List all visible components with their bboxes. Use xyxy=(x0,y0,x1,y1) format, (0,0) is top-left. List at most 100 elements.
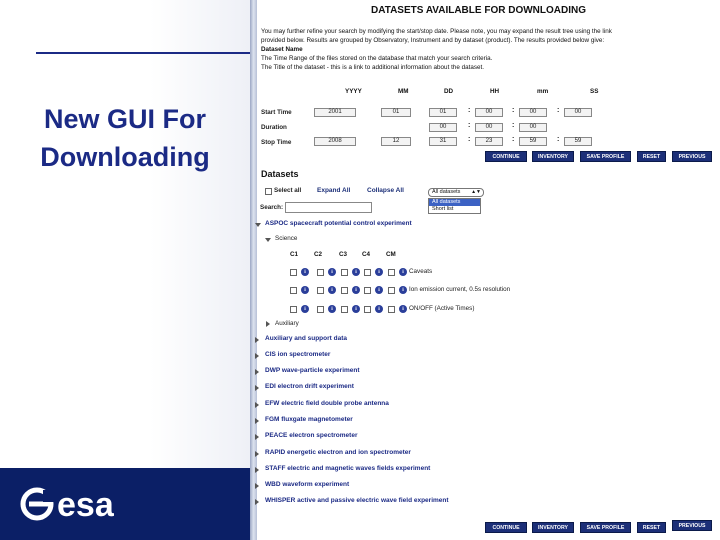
row1-c3-checkbox[interactable] xyxy=(341,269,348,276)
row1-c3-info-icon[interactable]: i xyxy=(352,268,360,276)
aspoc-expand-icon[interactable] xyxy=(255,223,261,227)
save-profile-button-bottom[interactable]: SAVE PROFILE xyxy=(580,522,631,533)
instrument-aspoc[interactable]: ASPOC spacecraft potential control exper… xyxy=(265,220,412,227)
row2-c2-info-icon[interactable]: i xyxy=(328,286,336,294)
stop-second-field[interactable]: 59 xyxy=(564,137,592,146)
col-min: mm xyxy=(537,88,549,95)
search-label: Search: xyxy=(260,204,284,211)
esa-logo-text: esa xyxy=(57,486,115,524)
expand-icon[interactable] xyxy=(255,402,259,408)
row2-c2-checkbox[interactable] xyxy=(317,287,324,294)
row2-cm-checkbox[interactable] xyxy=(388,287,395,294)
row3-c2-checkbox[interactable] xyxy=(317,306,324,313)
reset-button-bottom[interactable]: RESET xyxy=(637,522,666,533)
stop-time-label: Stop Time xyxy=(261,139,292,146)
auxiliary-group[interactable]: Auxiliary xyxy=(275,320,299,327)
science-group[interactable]: Science xyxy=(275,235,297,242)
expand-icon[interactable] xyxy=(255,353,259,359)
instrument-whisper[interactable]: WHISPER active and passive electric wave… xyxy=(265,497,449,504)
start-second-field[interactable]: 00 xyxy=(564,108,592,117)
sc-cm: CM xyxy=(386,251,396,258)
row1-c4-info-icon[interactable]: i xyxy=(375,268,383,276)
row2-c4-info-icon[interactable]: i xyxy=(375,286,383,294)
expand-all-link[interactable]: Expand All xyxy=(317,187,350,194)
sc-c3: C3 xyxy=(339,251,348,258)
instrument-dwp[interactable]: DWP wave-particle experiment xyxy=(265,367,360,374)
row3-cm-checkbox[interactable] xyxy=(388,306,395,313)
row1-cm-checkbox[interactable] xyxy=(388,269,395,276)
expand-icon[interactable] xyxy=(255,369,259,375)
row2-c1-info-icon[interactable]: i xyxy=(301,286,309,294)
inventory-button-bottom[interactable]: INVENTORY xyxy=(532,522,574,533)
stop-minute-field[interactable]: 59 xyxy=(519,137,547,146)
instrument-efw[interactable]: EFW electric field double probe antenna xyxy=(265,400,389,407)
instrument-rapid[interactable]: RAPID energetic electron and ion spectro… xyxy=(265,449,411,456)
filter-option-all[interactable]: All datasets xyxy=(429,199,480,206)
row3-c1-checkbox[interactable] xyxy=(290,306,297,313)
row2-cm-info-icon[interactable]: i xyxy=(399,286,407,294)
duration-minute-field[interactable]: 00 xyxy=(519,123,547,132)
instrument-staff[interactable]: STAFF electric and magnetic waves fields… xyxy=(265,465,430,472)
row3-c4-checkbox[interactable] xyxy=(364,306,371,313)
auxiliary-expand-icon[interactable] xyxy=(266,321,270,327)
row3-c1-info-icon[interactable]: i xyxy=(301,305,309,313)
stop-month-field[interactable]: 12 xyxy=(381,137,411,146)
expand-icon[interactable] xyxy=(255,483,259,489)
instrument-aux[interactable]: Auxiliary and support data xyxy=(265,335,347,342)
collapse-all-link[interactable]: Collapse All xyxy=(367,187,404,194)
start-year-field[interactable]: 2001 xyxy=(314,108,356,117)
science-expand-icon[interactable] xyxy=(265,238,271,242)
search-input[interactable] xyxy=(285,202,372,213)
stop-day-field[interactable]: 31 xyxy=(429,137,457,146)
instrument-peace[interactable]: PEACE electron spectrometer xyxy=(265,432,357,439)
instrument-edi[interactable]: EDI electron drift experiment xyxy=(265,383,354,390)
select-all-checkbox[interactable] xyxy=(265,188,272,195)
row2-c3-checkbox[interactable] xyxy=(341,287,348,294)
expand-icon[interactable] xyxy=(255,451,259,457)
stop-hour-field[interactable]: 23 xyxy=(475,137,503,146)
instrument-fgm[interactable]: FGM fluxgate magnetometer xyxy=(265,416,353,423)
row2-c1-checkbox[interactable] xyxy=(290,287,297,294)
row1-c1-checkbox[interactable] xyxy=(290,269,297,276)
instrument-wbd[interactable]: WBD waveform experiment xyxy=(265,481,349,488)
expand-icon[interactable] xyxy=(255,499,259,505)
science-row-2[interactable]: Ion emission current, 0.5s resolution xyxy=(409,286,510,293)
row1-c1-info-icon[interactable]: i xyxy=(301,268,309,276)
science-row-1[interactable]: Caveats xyxy=(409,268,432,275)
start-minute-field[interactable]: 00 xyxy=(519,108,547,117)
previous-button-bottom[interactable]: PREVIOUS xyxy=(672,520,712,531)
expand-icon[interactable] xyxy=(255,385,259,391)
row2-c3-info-icon[interactable]: i xyxy=(352,286,360,294)
start-hour-field[interactable]: 00 xyxy=(475,108,503,117)
row1-c2-info-icon[interactable]: i xyxy=(328,268,336,276)
dataset-filter-select[interactable]: All datasets ▲▼ xyxy=(428,188,484,197)
stop-year-field[interactable]: 2008 xyxy=(314,137,356,146)
row3-c3-checkbox[interactable] xyxy=(341,306,348,313)
continue-button-bottom[interactable]: CONTINUE xyxy=(485,522,527,533)
inventory-button[interactable]: INVENTORY xyxy=(532,151,574,162)
row1-cm-info-icon[interactable]: i xyxy=(399,268,407,276)
row3-c2-info-icon[interactable]: i xyxy=(328,305,336,313)
row1-c2-checkbox[interactable] xyxy=(317,269,324,276)
row2-c4-checkbox[interactable] xyxy=(364,287,371,294)
start-day-field[interactable]: 01 xyxy=(429,108,457,117)
science-row-3[interactable]: ON/OFF (Active Times) xyxy=(409,305,474,312)
row3-c3-info-icon[interactable]: i xyxy=(352,305,360,313)
expand-icon[interactable] xyxy=(255,434,259,440)
previous-button[interactable]: PREVIOUS xyxy=(672,151,712,162)
duration-hour-field[interactable]: 00 xyxy=(475,123,503,132)
expand-icon[interactable] xyxy=(255,337,259,343)
row3-cm-info-icon[interactable]: i xyxy=(399,305,407,313)
save-profile-button[interactable]: SAVE PROFILE xyxy=(580,151,631,162)
slide-footer: esa xyxy=(0,468,250,540)
filter-option-short[interactable]: Short list xyxy=(429,206,480,213)
expand-icon[interactable] xyxy=(255,418,259,424)
duration-day-field[interactable]: 00 xyxy=(429,123,457,132)
row3-c4-info-icon[interactable]: i xyxy=(375,305,383,313)
continue-button[interactable]: CONTINUE xyxy=(485,151,527,162)
row1-c4-checkbox[interactable] xyxy=(364,269,371,276)
instrument-cis[interactable]: CIS ion spectrometer xyxy=(265,351,330,358)
start-month-field[interactable]: 01 xyxy=(381,108,411,117)
expand-icon[interactable] xyxy=(255,467,259,473)
reset-button[interactable]: RESET xyxy=(637,151,666,162)
